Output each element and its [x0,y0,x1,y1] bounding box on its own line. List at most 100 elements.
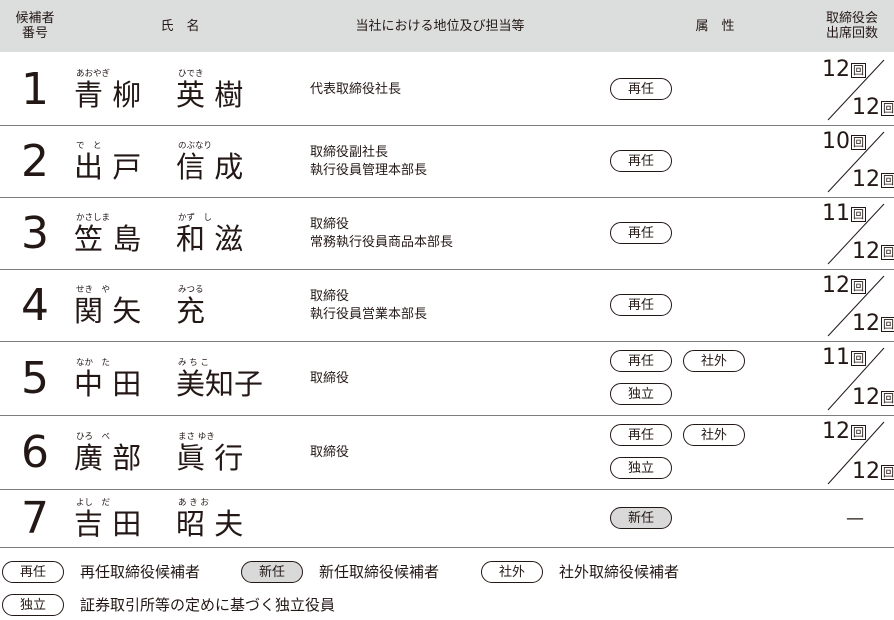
kai-unit: 回 [881,245,894,260]
position-line: 取締役 [310,445,350,460]
attended-value: 11 [822,345,850,370]
attended-count: 11 回 [822,346,866,373]
attended-value: 10 [822,129,850,154]
legend-independent-badge: 独立 [2,594,64,616]
candidate-position: 取締役常務執行役員商品本部長 [310,216,453,252]
attended-count: 12 回 [822,274,866,301]
legend-new-text: 新任取締役候補者 [319,563,440,581]
attended-value: 12 [822,419,850,444]
kai-unit: 回 [881,317,894,332]
table-row: 5 なか たみ ち こ中 田美知子 取締役 再任 社外 独立 11 回 12 回 [0,342,894,416]
badge-outside: 社外 [683,350,745,372]
badge-outside: 社外 [683,424,745,446]
attended-value: 11 [822,201,850,226]
kai-unit: 回 [851,279,866,294]
position-line: 取締役 [310,371,350,386]
candidate-number: 6 [21,427,49,478]
position-line: 代表取締役社長 [310,82,402,97]
given-name: 充 [176,294,206,328]
surname: 出 戸 [74,150,142,184]
position-line: 取締役副社長 [310,145,389,160]
badge-reelect: 再任 [610,424,672,446]
candidate-number: 3 [21,208,49,259]
attended-count: 12 回 [822,420,866,447]
surname: 笠 島 [74,222,142,256]
attended-value: 12 [822,57,850,82]
legend-independent-text: 証券取引所等の定めに基づく独立役員 [80,596,336,614]
badge-independent: 独立 [610,457,672,479]
surname: 吉 田 [74,507,142,541]
surname: 中 田 [74,367,142,401]
header-number: 候補者 番号 [15,11,55,41]
table-row: 2で とのぶなり出 戸信 成取締役副社長 執行役員管理本部長 再任 10 回 12 回 [0,126,894,198]
position-line: 取締役 [310,217,350,232]
candidate-position: 取締役執行役員営業本部長 [310,288,427,324]
legend-new-badge: 新任 [241,561,303,583]
candidate-position: 取締役 [310,370,349,388]
total-value: 12 [852,385,880,410]
candidate-number: 4 [21,280,49,331]
candidate-number: 5 [21,353,49,404]
table-row: 1 あおやぎ ひでき青 柳英 樹代表取締役社長 再任 12 回 12 回 [0,54,894,126]
table-row: 7 よし だあ き お吉 田昭 夫新任 — [0,490,894,548]
legend-outside-badge: 社外 [481,561,543,583]
table-row: 6 ひろ べまさ ゆき廣 部眞 行取締役 再任 社外 独立 12 回 12 回 [0,416,894,490]
badge-reelect: 再任 [610,150,672,172]
given-name: 眞 行 [176,441,244,475]
header-attribute: 属 性 [695,18,735,34]
candidate-number: 2 [21,136,49,187]
legend-reelect-text: 再任取締役候補者 [80,563,201,581]
position-line: 常務執行役員商品本部長 [310,235,454,250]
candidate-position: 取締役 [310,444,349,462]
surname: 廣 部 [74,441,142,475]
kai-unit: 回 [881,173,894,188]
given-name: 英 樹 [176,78,244,112]
badge-independent: 独立 [610,383,672,405]
given-name: 信 成 [176,150,244,184]
kai-unit: 回 [881,465,894,480]
attended-count: 12 回 [822,58,866,85]
total-value: 12 [852,95,880,120]
header-name: 氏 名 [160,18,200,34]
kai-unit: 回 [881,391,894,406]
legend-reelect-badge: 再任 [2,561,64,583]
table-header: 候補者 番号 氏 名 当社における地位及び担当等 属 性 取締役会 出席回数 [0,0,894,52]
total-count: 12 回 [852,168,894,195]
legend-outside-text: 社外取締役候補者 [559,563,680,581]
badge-reelect: 再任 [610,222,672,244]
kai-unit: 回 [881,101,894,116]
total-value: 12 [852,167,880,192]
attended-count: 11 回 [822,202,866,229]
header-position: 当社における地位及び担当等 [355,18,525,34]
table-row: 4 せき やみつる関 矢充取締役 執行役員営業本部長 再任 12 回 12 回 [0,270,894,342]
badge-reelect: 再任 [610,350,672,372]
attended-count: 10 回 [822,130,866,157]
badge-reelect: 再任 [610,78,672,100]
total-value: 12 [852,239,880,264]
candidate-position: 代表取締役社長 [310,81,401,99]
candidate-number: 7 [21,493,49,544]
position-line: 執行役員営業本部長 [310,307,428,322]
total-count: 12 回 [852,386,894,413]
total-count: 12 回 [852,460,894,487]
table-row: 3 かさしま かず し笠 島和 滋取締役 常務執行役員商品本部長 再任 11 回 12 回 [0,198,894,270]
total-count: 12 回 [852,312,894,339]
given-name: 和 滋 [176,222,244,256]
kai-unit: 回 [851,351,866,366]
surname: 関 矢 [74,294,142,328]
kai-unit: 回 [851,63,866,78]
total-count: 12 回 [852,240,894,267]
badge-new: 新任 [610,507,672,529]
badge-reelect: 再任 [610,294,672,316]
kai-unit: 回 [851,207,866,222]
given-name: 昭 夫 [176,507,244,541]
kai-unit: 回 [851,425,866,440]
given-name: 美知子 [176,367,264,401]
candidate-number: 1 [21,64,49,115]
candidate-position: 取締役副社長執行役員管理本部長 [310,144,427,180]
position-line: 取締役 [310,289,350,304]
position-line: 執行役員管理本部長 [310,163,428,178]
total-value: 12 [852,311,880,336]
header-attendance: 取締役会 出席回数 [825,11,878,41]
attended-count: — [846,508,864,529]
